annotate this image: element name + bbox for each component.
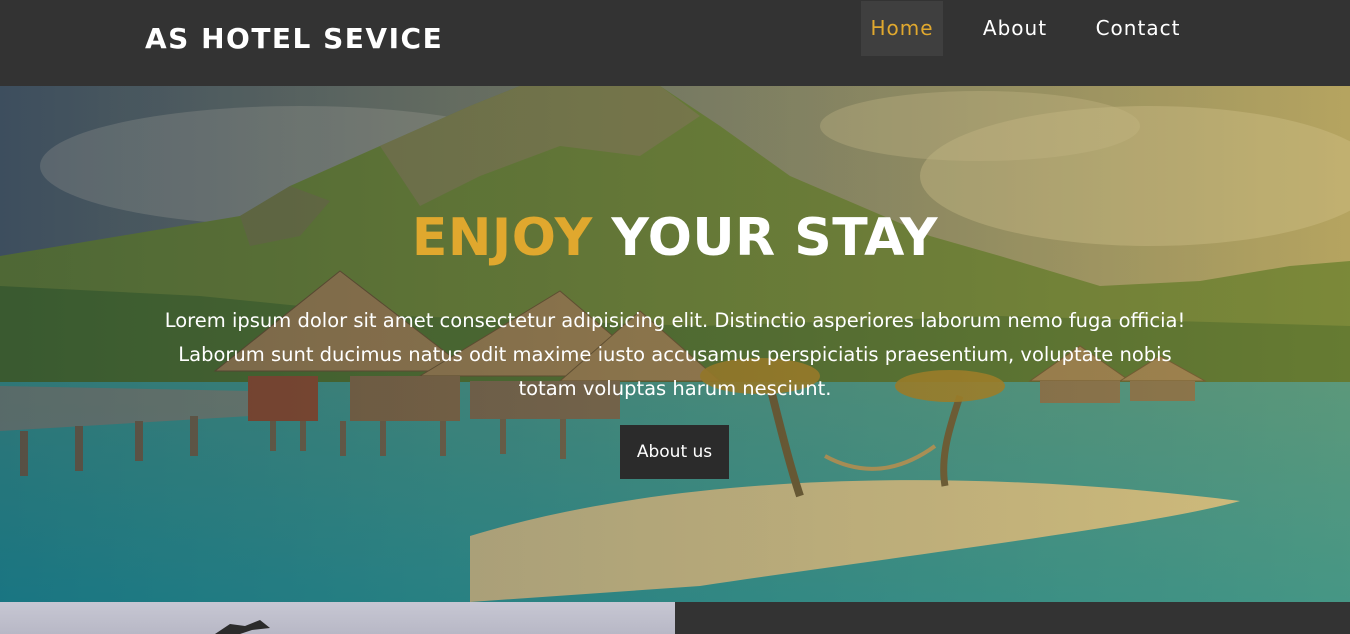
hero-title-rest: YOUR STAY (611, 208, 939, 268)
brand-logo[interactable]: AS HOTEL SEVICE (145, 22, 443, 55)
nav-home-link[interactable]: Home (861, 1, 943, 56)
bottom-dark-panel (675, 602, 1350, 634)
navbar: AS HOTEL SEVICE Home About Contact (0, 0, 1350, 86)
nav-contact-link[interactable]: Contact (1088, 1, 1188, 56)
hero-title-accent: ENJOY (411, 208, 593, 268)
about-us-button[interactable]: About us (620, 425, 729, 479)
hero-section: ENJOY YOUR STAY Lorem ipsum dolor sit am… (0, 86, 1350, 602)
nav-about-link[interactable]: About (975, 1, 1055, 56)
palm-silhouette-image (215, 620, 270, 634)
bottom-image-strip (0, 602, 675, 634)
hero-description: Lorem ipsum dolor sit amet consectetur a… (164, 309, 1186, 400)
hero-title: ENJOY YOUR STAY (0, 208, 1350, 268)
